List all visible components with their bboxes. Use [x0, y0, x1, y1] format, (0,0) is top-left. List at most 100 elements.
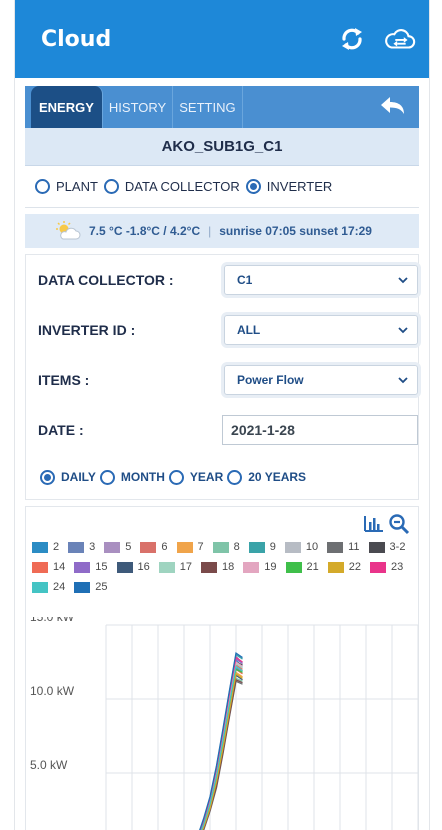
- range-year-label: YEAR: [189, 470, 224, 484]
- legend-swatch: [116, 561, 133, 573]
- legend-swatch: [74, 561, 91, 573]
- chart-legend: 2 3 5 6 7 8 9 10 11 3-2 14 15 16 17 18 19 21 22 23 24 25: [32, 539, 418, 595]
- legend-label: 11: [348, 541, 360, 553]
- tab-history[interactable]: HISTORY: [103, 86, 174, 128]
- items-select[interactable]: Power Flow: [223, 365, 418, 395]
- legend-item[interactable]: 16: [116, 559, 150, 575]
- date-input[interactable]: 2021-1-28: [222, 415, 418, 445]
- legend-item[interactable]: 9: [248, 539, 276, 555]
- legend-swatch: [327, 541, 344, 553]
- legend-item[interactable]: 21: [285, 559, 319, 575]
- series-line-8: [202, 677, 243, 830]
- series-line-22: [201, 672, 243, 830]
- legend-label: 21: [306, 561, 319, 573]
- items-value: Power Flow: [236, 373, 304, 387]
- scope-plant-radio[interactable]: PLANT: [35, 179, 98, 194]
- legend-item[interactable]: 7: [176, 539, 204, 555]
- legend-swatch: [368, 541, 385, 553]
- range-month-radio[interactable]: MONTH: [99, 469, 165, 485]
- legend-item[interactable]: 3: [68, 539, 95, 555]
- temperature-text: 7.5 °C -1.8°C / 4.2°C: [89, 224, 201, 238]
- items-label: ITEMS :: [38, 372, 90, 388]
- legend-item[interactable]: 19: [243, 559, 277, 575]
- line-chart: 15.0 kW10.0 kW5.0 kW0.0 kW: [30, 617, 419, 830]
- legend-item[interactable]: 3-2: [368, 539, 406, 555]
- back-arrow-icon[interactable]: [377, 94, 407, 118]
- legend-label: 14: [53, 561, 66, 573]
- date-label: DATE :: [38, 422, 84, 438]
- inverter-row: INVERTER ID : ALL: [26, 305, 418, 355]
- range-daily-label: DAILY: [61, 470, 96, 484]
- legend-label: 2: [53, 541, 60, 553]
- legend-label: 6: [161, 541, 168, 553]
- legend-label: 25: [95, 581, 108, 593]
- collector-select[interactable]: C1: [223, 265, 418, 295]
- scope-data-collector-label: DATA COLLECTOR: [124, 179, 240, 194]
- scope-data-collector-radio[interactable]: DATA COLLECTOR: [103, 179, 240, 194]
- legend-swatch: [32, 541, 48, 553]
- collector-row: DATA COLLECTOR : C1: [26, 255, 418, 305]
- radio-circle-icon: [227, 469, 243, 485]
- legend-swatch: [285, 561, 302, 573]
- legend-swatch: [327, 561, 344, 573]
- legend-item[interactable]: 17: [158, 559, 192, 575]
- chevron-down-icon: [398, 277, 408, 284]
- legend-item[interactable]: 15: [74, 559, 108, 575]
- legend-swatch: [32, 561, 48, 573]
- legend-item[interactable]: 10: [284, 539, 319, 555]
- radio-selected-icon: [40, 469, 55, 485]
- legend-swatch: [248, 541, 265, 553]
- tab-energy[interactable]: ENERGY: [31, 86, 103, 128]
- legend-item[interactable]: 6: [140, 539, 168, 555]
- legend-label: 10: [305, 541, 319, 553]
- chart-toolbar: [362, 513, 410, 535]
- radio-circle-icon: [99, 469, 115, 485]
- scope-plant-label: PLANT: [56, 179, 98, 194]
- legend-item[interactable]: 5: [104, 539, 131, 555]
- legend-item[interactable]: 2: [32, 539, 59, 555]
- items-row: ITEMS : Power Flow: [26, 355, 418, 405]
- partly-cloudy-icon: [55, 221, 81, 241]
- weather-separator: |: [208, 224, 212, 238]
- legend-label: 3-2: [389, 541, 406, 553]
- legend-label: 3: [89, 541, 96, 553]
- inverter-select[interactable]: ALL: [223, 315, 418, 345]
- legend-swatch: [68, 541, 85, 553]
- y-tick-label: 5.0 kW: [30, 758, 68, 772]
- app-bar: Cloud: [15, 0, 429, 78]
- range-year-radio[interactable]: YEAR: [168, 469, 224, 485]
- range-daily-radio[interactable]: DAILY: [40, 469, 96, 485]
- scope-inverter-radio[interactable]: INVERTER: [245, 179, 332, 194]
- legend-label: 8: [233, 541, 240, 553]
- zoom-out-icon[interactable]: [388, 513, 410, 535]
- inverter-value: ALL: [236, 323, 261, 337]
- inverter-label: INVERTER ID :: [38, 322, 136, 338]
- legend-item[interactable]: 25: [74, 579, 108, 595]
- cloud-sync-icon[interactable]: [383, 22, 417, 56]
- collector-value: C1: [236, 273, 253, 287]
- legend-swatch: [201, 561, 217, 573]
- range-20-years-radio[interactable]: 20 YEARS: [227, 469, 306, 485]
- app-title: Cloud: [41, 26, 112, 52]
- bar-chart-icon[interactable]: [362, 513, 386, 535]
- legend-item[interactable]: 14: [32, 559, 65, 575]
- legend-swatch: [284, 541, 301, 553]
- range-selector: DAILY MONTH YEAR 20 YEARS: [26, 455, 418, 499]
- legend-item[interactable]: 22: [327, 559, 361, 575]
- radio-selected-icon: [245, 179, 261, 194]
- legend-swatch: [212, 541, 229, 553]
- refresh-icon[interactable]: [335, 22, 369, 56]
- app-frame: Cloud ENERGY HISTORY SETTING AKO_SUB1G_C…: [14, 0, 430, 830]
- query-form: DATA COLLECTOR : C1 INVERTER ID : ALL IT…: [25, 254, 419, 500]
- legend-label: 9: [269, 541, 276, 553]
- legend-item[interactable]: 24: [32, 579, 65, 595]
- legend-item[interactable]: 18: [201, 559, 234, 575]
- legend-item[interactable]: 8: [212, 539, 240, 555]
- legend-swatch: [74, 581, 91, 593]
- radio-circle-icon: [103, 179, 119, 194]
- tab-setting[interactable]: SETTING: [173, 86, 243, 128]
- legend-label: 15: [95, 561, 108, 573]
- legend-item[interactable]: 23: [370, 559, 403, 575]
- legend-item[interactable]: 11: [327, 539, 360, 555]
- legend-label: 5: [125, 541, 132, 553]
